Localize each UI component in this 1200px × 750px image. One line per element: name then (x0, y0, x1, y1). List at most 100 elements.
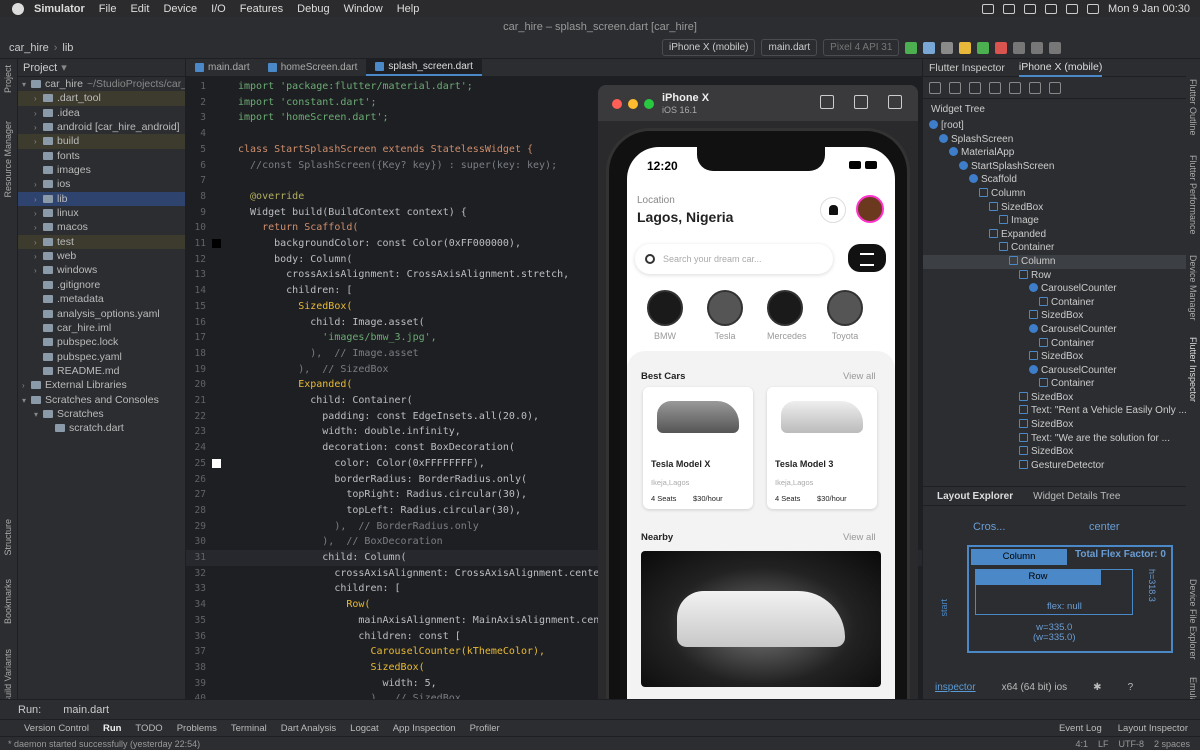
line-number[interactable]: 30 (186, 534, 236, 550)
line-number[interactable]: 35 (186, 613, 236, 629)
line-number[interactable]: 8 (186, 189, 236, 205)
project-tree-item[interactable]: README.md (18, 364, 185, 378)
line-number[interactable]: 6 (186, 158, 236, 174)
line-number[interactable]: 23 (186, 424, 236, 440)
select-widget-icon[interactable] (929, 81, 941, 94)
project-tree-item[interactable]: car_hire.iml (18, 321, 185, 335)
project-tree-item[interactable]: › macos (18, 220, 185, 234)
project-tree-item[interactable]: › .dart_tool (18, 91, 185, 106)
chevron-icon[interactable]: › (34, 221, 43, 235)
line-number[interactable]: 4 (186, 126, 236, 142)
widget-tree-item[interactable]: Row (923, 269, 1186, 283)
search-icon[interactable] (1066, 3, 1079, 14)
tab-logcat[interactable]: Logcat (350, 723, 379, 734)
code-line[interactable]: backgroundColor: const Color(0xFF000000)… (238, 236, 521, 252)
tool-device-manager[interactable]: Device Manager (1188, 255, 1198, 321)
code-line[interactable]: ), // SizedBox (238, 691, 460, 699)
widget-tree-item[interactable]: SizedBox (923, 391, 1186, 405)
code-line[interactable]: return Scaffold( (238, 220, 358, 236)
code-line[interactable]: class StartSplashScreen extends Stateles… (238, 142, 533, 158)
tab-terminal[interactable]: Terminal (231, 723, 267, 734)
widget-tree-item[interactable]: Column (923, 254, 1186, 269)
encoding[interactable]: UTF-8 (1118, 739, 1144, 749)
line-number[interactable]: 25 (186, 456, 236, 472)
line-number[interactable]: 37 (186, 644, 236, 660)
avatar[interactable] (856, 195, 884, 223)
chevron-icon[interactable]: ▾ (22, 394, 31, 408)
flex-value[interactable]: flex: null (1047, 601, 1082, 612)
chevron-icon[interactable]: › (34, 121, 43, 135)
line-number[interactable]: 28 (186, 503, 236, 519)
code-line[interactable]: topLeft: Radius.circular(30), (238, 503, 521, 519)
search-everywhere-icon[interactable] (1031, 41, 1044, 54)
tab-splash-screen[interactable]: splash_screen.dart (366, 59, 482, 76)
brand-bmw[interactable]: BMW (647, 290, 683, 342)
widget-tree-item[interactable]: Image (923, 214, 1186, 228)
chevron-icon[interactable]: › (22, 379, 31, 393)
hot-restart-icon[interactable] (977, 41, 990, 54)
tab-dart-analysis[interactable]: Dart Analysis (281, 723, 336, 734)
tool-device-file-explorer[interactable]: Device File Explorer (1188, 579, 1198, 660)
chevron-icon[interactable]: › (34, 236, 43, 250)
debug-icon[interactable] (923, 41, 936, 54)
settings-icon[interactable] (1049, 41, 1062, 54)
project-tree-item[interactable]: scratch.dart (18, 421, 185, 435)
widget-tree-item[interactable]: [root] (923, 119, 1186, 133)
chevron-icon[interactable]: › (34, 250, 43, 264)
menu-features[interactable]: Features (240, 3, 283, 15)
project-tree-item[interactable]: › android [car_hire_android] (18, 120, 185, 134)
apple-icon[interactable] (12, 2, 24, 15)
location-value[interactable]: Lagos, Nigeria (637, 209, 733, 225)
line-number[interactable]: 39 (186, 676, 236, 692)
tab-main-dart[interactable]: main.dart (186, 59, 259, 76)
line-number[interactable]: 33 (186, 581, 236, 597)
project-tree-item[interactable]: pubspec.yaml (18, 350, 185, 364)
project-tree-item[interactable]: › ios (18, 177, 185, 191)
project-tree-item[interactable]: analysis_options.yaml (18, 307, 185, 321)
line-number[interactable]: 11 (186, 236, 236, 252)
widget-tree-item[interactable]: SizedBox (923, 350, 1186, 364)
project-tree-item[interactable]: › lib (18, 191, 185, 207)
emulator-selector[interactable]: Pixel 4 API 31 (823, 39, 900, 56)
status-icon[interactable] (982, 3, 995, 14)
code-line[interactable]: padding: const EdgeInsets.all(20.0), (238, 409, 539, 425)
tab-layout-inspector[interactable]: Layout Inspector (1118, 723, 1188, 734)
widget-tree-item[interactable]: SizedBox (923, 445, 1186, 459)
project-tree-item[interactable]: › External Libraries (18, 378, 185, 392)
tab-device[interactable]: iPhone X (mobile) (1018, 59, 1103, 77)
help-icon[interactable]: ? (1128, 682, 1134, 693)
code-line[interactable]: ), // BoxDecoration (238, 534, 442, 550)
tool-flutter-performance[interactable]: Flutter Performance (1188, 155, 1198, 235)
widget-tree-item[interactable]: CarouselCounter (923, 323, 1186, 337)
code-line[interactable]: Row( (238, 597, 370, 613)
tab-event-log[interactable]: Event Log (1059, 723, 1102, 734)
project-tree-item[interactable]: › linux (18, 206, 185, 220)
search-input[interactable]: Search your dream car... (635, 244, 833, 274)
filter-button[interactable] (848, 244, 886, 272)
project-tree-item[interactable]: › web (18, 249, 185, 263)
code-line[interactable]: color: Color(0xFFFFFFFF), (238, 456, 485, 472)
tab-app-inspection[interactable]: App Inspection (393, 723, 456, 734)
car-card[interactable]: Tesla Model 3 Ikeja,Lagos 4 Seats $30/ho… (767, 387, 877, 509)
project-tree-item[interactable]: ▾ Scratches (18, 407, 185, 421)
zoom-window-icon[interactable] (644, 99, 654, 109)
widget-tree-item[interactable]: Text: "We are the solution for ... (923, 432, 1186, 446)
widget-tree-item[interactable]: SplashScreen (923, 133, 1186, 147)
project-tree-item[interactable]: › windows (18, 263, 185, 277)
line-number[interactable]: 19 (186, 362, 236, 378)
start-label[interactable]: start (939, 599, 949, 617)
project-tree-item[interactable]: ▾ car_hire ~/StudioProjects/car_ (18, 77, 185, 91)
tab-profiler[interactable]: Profiler (470, 723, 500, 734)
widget-tree-item[interactable]: Expanded (923, 228, 1186, 242)
tool-project[interactable]: Project (3, 65, 13, 93)
battery-icon[interactable] (1024, 3, 1037, 14)
screenshot-icon[interactable] (854, 95, 868, 109)
line-number[interactable]: 9 (186, 205, 236, 221)
chevron-icon[interactable]: ▾ (34, 408, 43, 422)
tab-layout-explorer[interactable]: Layout Explorer (937, 491, 1013, 502)
menu-device[interactable]: Device (163, 3, 197, 15)
run-icon[interactable] (905, 41, 918, 54)
hot-reload-icon[interactable] (959, 41, 972, 54)
project-tree-item[interactable]: › build (18, 134, 185, 149)
line-number[interactable]: 32 (186, 566, 236, 582)
